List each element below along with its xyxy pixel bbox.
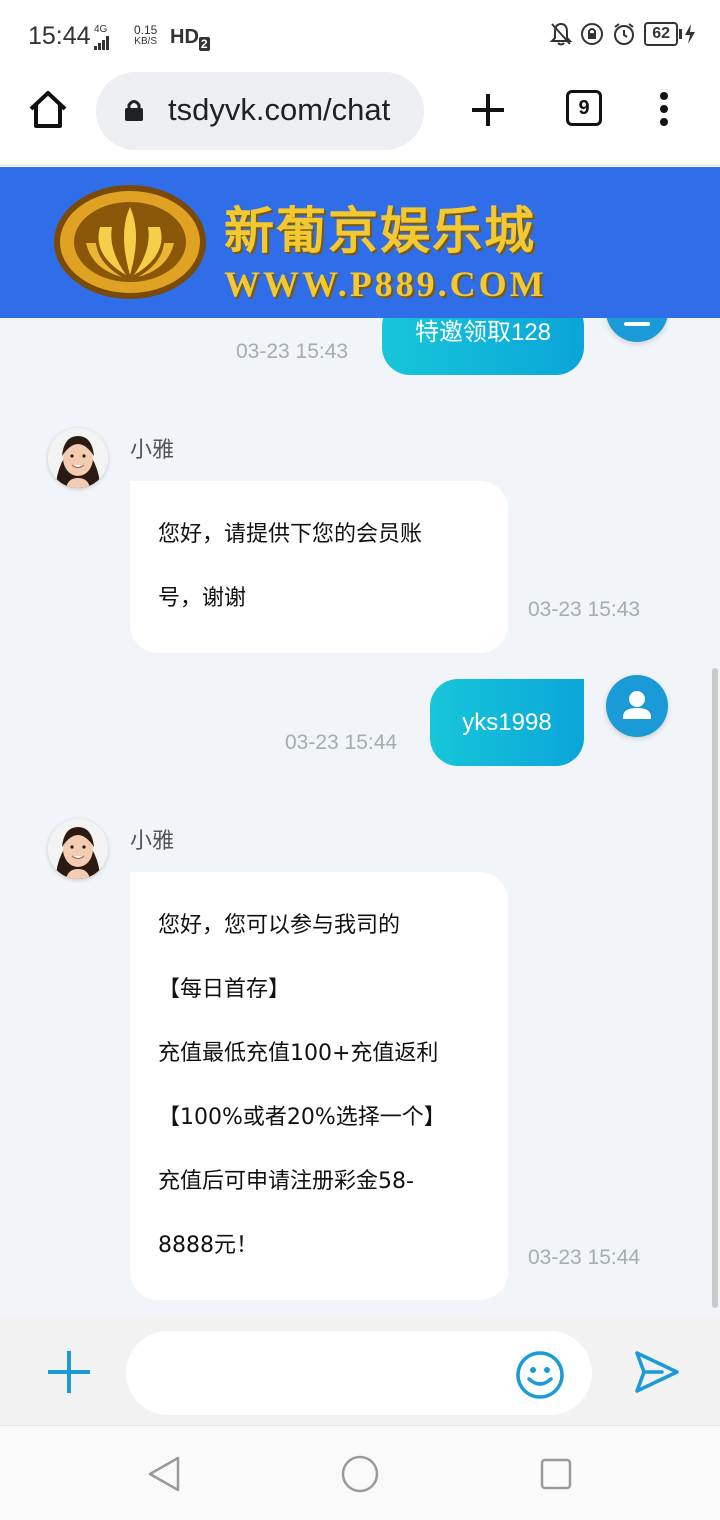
status-icons: 62: [550, 22, 696, 46]
user-icon: [623, 691, 651, 719]
casino-logo: [54, 185, 206, 299]
network-indicator: 4G: [94, 24, 110, 50]
user-message-bubble: 特邀领取128: [382, 318, 584, 375]
banner-url: WWW.P889.COM: [224, 264, 547, 304]
message-timestamp: 03-23 15:44: [285, 731, 398, 754]
user-avatar: [606, 675, 668, 737]
agent-photo: [48, 819, 108, 879]
hd-sub: 2: [198, 37, 210, 51]
agent-photo: [48, 428, 108, 488]
agent-message-line: 充值后可申请注册彩金58-: [158, 1169, 414, 1194]
network-speed: 0.15 KB/S: [134, 24, 157, 48]
battery-indicator: 62: [644, 22, 696, 46]
menu-dot: [660, 118, 668, 126]
message-timestamp: 03-23 15:44: [528, 1246, 641, 1269]
speed-unit: KB/S: [134, 36, 158, 47]
chat-messages: 特邀领取128 03-23 15:43 小雅 您好，请提供下您的会员账 号，谢谢…: [0, 318, 720, 1315]
smiley-icon[interactable]: [514, 1349, 566, 1401]
signal-icon: [94, 36, 109, 50]
lock-circle-icon: [581, 23, 604, 45]
tab-switcher-button[interactable]: 9: [566, 90, 602, 126]
user-message-text: 特邀领取128: [414, 319, 552, 346]
attach-plus-icon[interactable]: [46, 1349, 92, 1395]
user-message-text: yks1998: [462, 709, 552, 736]
speed-value: 0.15: [134, 23, 158, 37]
url-text[interactable]: tsdyvk.com/chat: [168, 92, 390, 128]
message-timestamp: 03-23 15:43: [528, 598, 641, 621]
new-tab-icon[interactable]: [468, 90, 508, 130]
user-message-bubble: yks1998: [430, 679, 584, 766]
status-bar: 15:44 4G 0.15 KB/S HD 2 62: [0, 0, 720, 72]
home-icon[interactable]: [26, 88, 70, 132]
menu-dot: [660, 105, 668, 113]
bell-off-icon: [550, 22, 573, 46]
agent-message-bubble: 您好，请提供下您的会员账 号，谢谢: [130, 481, 508, 653]
message-timestamp: 03-23 15:43: [236, 340, 349, 363]
agent-name: 小雅: [130, 829, 175, 854]
agent-message-line: 【每日首存】: [158, 977, 291, 1002]
network-type: 4G: [94, 24, 108, 35]
agent-name: 小雅: [130, 438, 175, 463]
system-nav-bar: [0, 1425, 720, 1520]
user-icon: [624, 322, 650, 326]
hd-label: HD: [170, 26, 199, 48]
agent-message-line: 您好，请提供下您的会员账: [158, 522, 423, 547]
menu-dot: [660, 92, 668, 100]
promo-banner[interactable]: 新葡京娱乐城 WWW.P889.COM: [0, 167, 720, 318]
recent-apps-icon[interactable]: [538, 1456, 574, 1492]
agent-message-line: 您好，您可以参与我司的: [158, 913, 401, 938]
agent-message-line: 号，谢谢: [158, 586, 247, 611]
agent-message-bubble: 您好，您可以参与我司的 【每日首存】 充值最低充值100+充值返利 【100%或…: [130, 872, 508, 1300]
more-vert-icon[interactable]: [652, 92, 676, 132]
agent-avatar: [48, 819, 108, 879]
message-composer: [0, 1315, 720, 1425]
banner-title: 新葡京娱乐城: [224, 201, 536, 260]
agent-message-line: 充值最低充值100+充值返利: [158, 1041, 439, 1066]
charging-icon: [685, 24, 695, 44]
address-bar[interactable]: tsdyvk.com/chat: [96, 72, 424, 150]
lock-icon: [125, 100, 143, 121]
agent-avatar: [48, 428, 108, 488]
hd-indicator: HD 2: [170, 26, 210, 51]
battery-level: 62: [644, 22, 678, 46]
home-circle-icon[interactable]: [340, 1454, 380, 1494]
agent-message-line: 【100%或者20%选择一个】: [158, 1105, 446, 1130]
back-icon[interactable]: [146, 1454, 182, 1494]
agent-message-line: 8888元！: [158, 1233, 258, 1258]
user-avatar: [606, 318, 668, 342]
status-time: 15:44: [28, 22, 91, 50]
alarm-icon: [614, 23, 635, 45]
browser-toolbar: tsdyvk.com/chat 9: [0, 72, 720, 166]
chat-scrollbar[interactable]: [712, 668, 718, 1308]
battery-tip: [679, 29, 682, 39]
send-icon[interactable]: [632, 1349, 682, 1395]
